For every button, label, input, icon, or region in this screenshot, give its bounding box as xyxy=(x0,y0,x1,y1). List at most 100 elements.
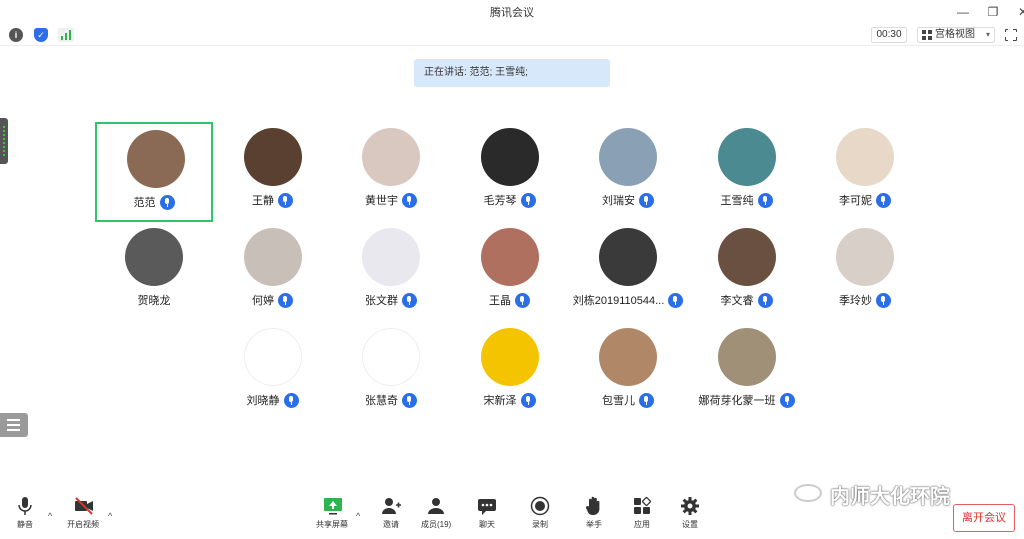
leave-meeting-button[interactable]: 离开会议 xyxy=(953,504,1015,532)
close-button[interactable]: ✕ xyxy=(1008,5,1024,19)
view-mode-dropdown[interactable]: 宫格视图 ▾ xyxy=(917,27,995,43)
microphone-active-icon xyxy=(159,194,175,210)
meeting-window: 腾讯会议 — ❐ ✕ i ✓ 00:30 宫格视图 ▾ 正在讲话: 范范; 王雪… xyxy=(0,0,1024,539)
raise-hand-button[interactable]: 举手 xyxy=(584,495,604,530)
participant-name-row: 娜荷芽化蒙一班 xyxy=(688,392,806,408)
shield-icon[interactable]: ✓ xyxy=(34,28,48,42)
participant-tile[interactable]: 王雪纯 xyxy=(688,122,806,222)
participant-tile[interactable]: 张文群 xyxy=(332,222,450,322)
participant-tile[interactable]: 贺晓龙 xyxy=(95,222,213,322)
microphone-active-icon xyxy=(278,292,293,308)
participant-tile[interactable]: 刘栋2019110544... xyxy=(569,222,687,322)
fullscreen-icon[interactable] xyxy=(1004,28,1017,41)
settings-button[interactable]: 设置 xyxy=(680,495,700,530)
participant-name-row: 王静 xyxy=(214,192,332,208)
microphone-active-icon xyxy=(515,292,530,308)
avatar xyxy=(836,128,894,186)
microphone-active-icon xyxy=(639,392,654,408)
chevron-down-icon: ▾ xyxy=(985,30,990,39)
microphone-active-icon xyxy=(757,192,773,208)
restore-button[interactable]: ❐ xyxy=(978,5,1008,19)
info-icon[interactable]: i xyxy=(9,28,23,42)
participant-name-row: 刘栋2019110544... xyxy=(569,292,687,308)
microphone-active-icon xyxy=(402,192,417,208)
participant-name: 包雪儿 xyxy=(602,395,635,407)
avatar xyxy=(480,128,539,186)
mute-button[interactable]: 静音 xyxy=(15,495,35,530)
wechat-watermark-icon xyxy=(794,484,822,502)
microphone-icon xyxy=(15,495,35,517)
participant-name-row: 包雪儿 xyxy=(569,392,687,408)
participant-tile[interactable]: 毛芳琴 xyxy=(451,122,569,222)
participant-name: 娜荷芽化蒙一班 xyxy=(698,395,776,407)
participant-tile[interactable]: 刘瑞安 xyxy=(569,122,687,222)
chat-button[interactable]: 聊天 xyxy=(477,495,497,530)
avatar xyxy=(362,228,420,286)
participant-name-row: 季玲妙 xyxy=(806,292,924,308)
participant-name-row: 毛芳琴 xyxy=(451,192,569,208)
grid-view-icon xyxy=(922,30,932,40)
share-screen-button[interactable]: 共享屏幕 xyxy=(316,495,348,530)
title-bar: 腾讯会议 — ❐ ✕ xyxy=(0,0,1024,24)
microphone-active-icon xyxy=(876,192,891,208)
participant-tile[interactable]: 刘晓静 xyxy=(214,322,332,422)
audio-level-meter[interactable] xyxy=(0,118,8,164)
members-icon xyxy=(426,495,446,517)
chat-icon xyxy=(477,495,497,517)
camera-off-icon xyxy=(73,495,93,517)
apps-label: 应用 xyxy=(634,520,650,529)
view-mode-label: 宫格视图 xyxy=(935,29,975,40)
avatar xyxy=(836,228,894,286)
participant-name-row: 李可妮 xyxy=(806,192,924,208)
start-video-button[interactable]: 开启视频 xyxy=(67,495,99,530)
participant-tile[interactable]: 娜荷芽化蒙一班 xyxy=(688,322,806,422)
participant-tile[interactable]: 张慧奇 xyxy=(332,322,450,422)
participant-tile[interactable]: 何婷 xyxy=(214,222,332,322)
microphone-active-icon xyxy=(278,192,293,208)
participant-name-row: 宋新泽 xyxy=(451,392,569,408)
signal-icon[interactable] xyxy=(58,28,74,42)
avatar xyxy=(717,128,776,186)
microphone-active-icon xyxy=(402,392,417,408)
avatar xyxy=(717,328,776,386)
participant-tile[interactable]: 王静 xyxy=(214,122,332,222)
share-screen-label: 共享屏幕 xyxy=(316,520,348,529)
participant-name: 刘晓静 xyxy=(246,395,280,407)
side-list-toggle[interactable] xyxy=(0,413,28,437)
participant-name: 张文群 xyxy=(365,295,398,307)
avatar xyxy=(599,328,657,386)
participant-name: 王晶 xyxy=(489,295,511,307)
microphone-active-icon xyxy=(876,292,891,308)
participant-name: 黄世宇 xyxy=(365,195,398,207)
participant-tile[interactable]: 范范 xyxy=(95,122,213,222)
meeting-timer: 00:30 xyxy=(871,27,907,43)
participant-tile[interactable]: 李文睿 xyxy=(688,222,806,322)
share-options-chevron-icon[interactable]: ^ xyxy=(356,511,360,521)
participant-name: 张慧奇 xyxy=(365,395,398,407)
minimize-button[interactable]: — xyxy=(948,5,978,19)
video-options-chevron-icon[interactable]: ^ xyxy=(108,511,112,521)
invite-button[interactable]: 邀请 xyxy=(381,495,401,530)
microphone-active-icon xyxy=(757,292,773,308)
participant-name: 王雪纯 xyxy=(720,195,754,207)
apps-button[interactable]: 应用 xyxy=(632,495,652,530)
participant-tile[interactable]: 王晶 xyxy=(451,222,569,322)
record-button[interactable]: 录制 xyxy=(530,495,550,530)
avatar xyxy=(127,130,185,188)
participant-tile[interactable]: 包雪儿 xyxy=(569,322,687,422)
participant-name-row: 王雪纯 xyxy=(688,192,806,208)
participant-tile[interactable]: 季玲妙 xyxy=(806,222,924,322)
members-button[interactable]: 成员(19) xyxy=(421,495,451,530)
mute-label: 静音 xyxy=(17,520,33,529)
participant-name: 李可妮 xyxy=(839,195,872,207)
participant-tile[interactable]: 宋新泽 xyxy=(451,322,569,422)
participant-name-row: 黄世宇 xyxy=(332,192,450,208)
participant-tile[interactable]: 黄世宇 xyxy=(332,122,450,222)
chat-label: 聊天 xyxy=(479,520,495,529)
apps-icon xyxy=(632,495,652,517)
raise-hand-label: 举手 xyxy=(586,520,602,529)
avatar xyxy=(125,228,183,286)
audio-options-chevron-icon[interactable]: ^ xyxy=(48,511,52,521)
participant-tile[interactable]: 李可妮 xyxy=(806,122,924,222)
participant-name: 贺晓龙 xyxy=(137,295,171,307)
